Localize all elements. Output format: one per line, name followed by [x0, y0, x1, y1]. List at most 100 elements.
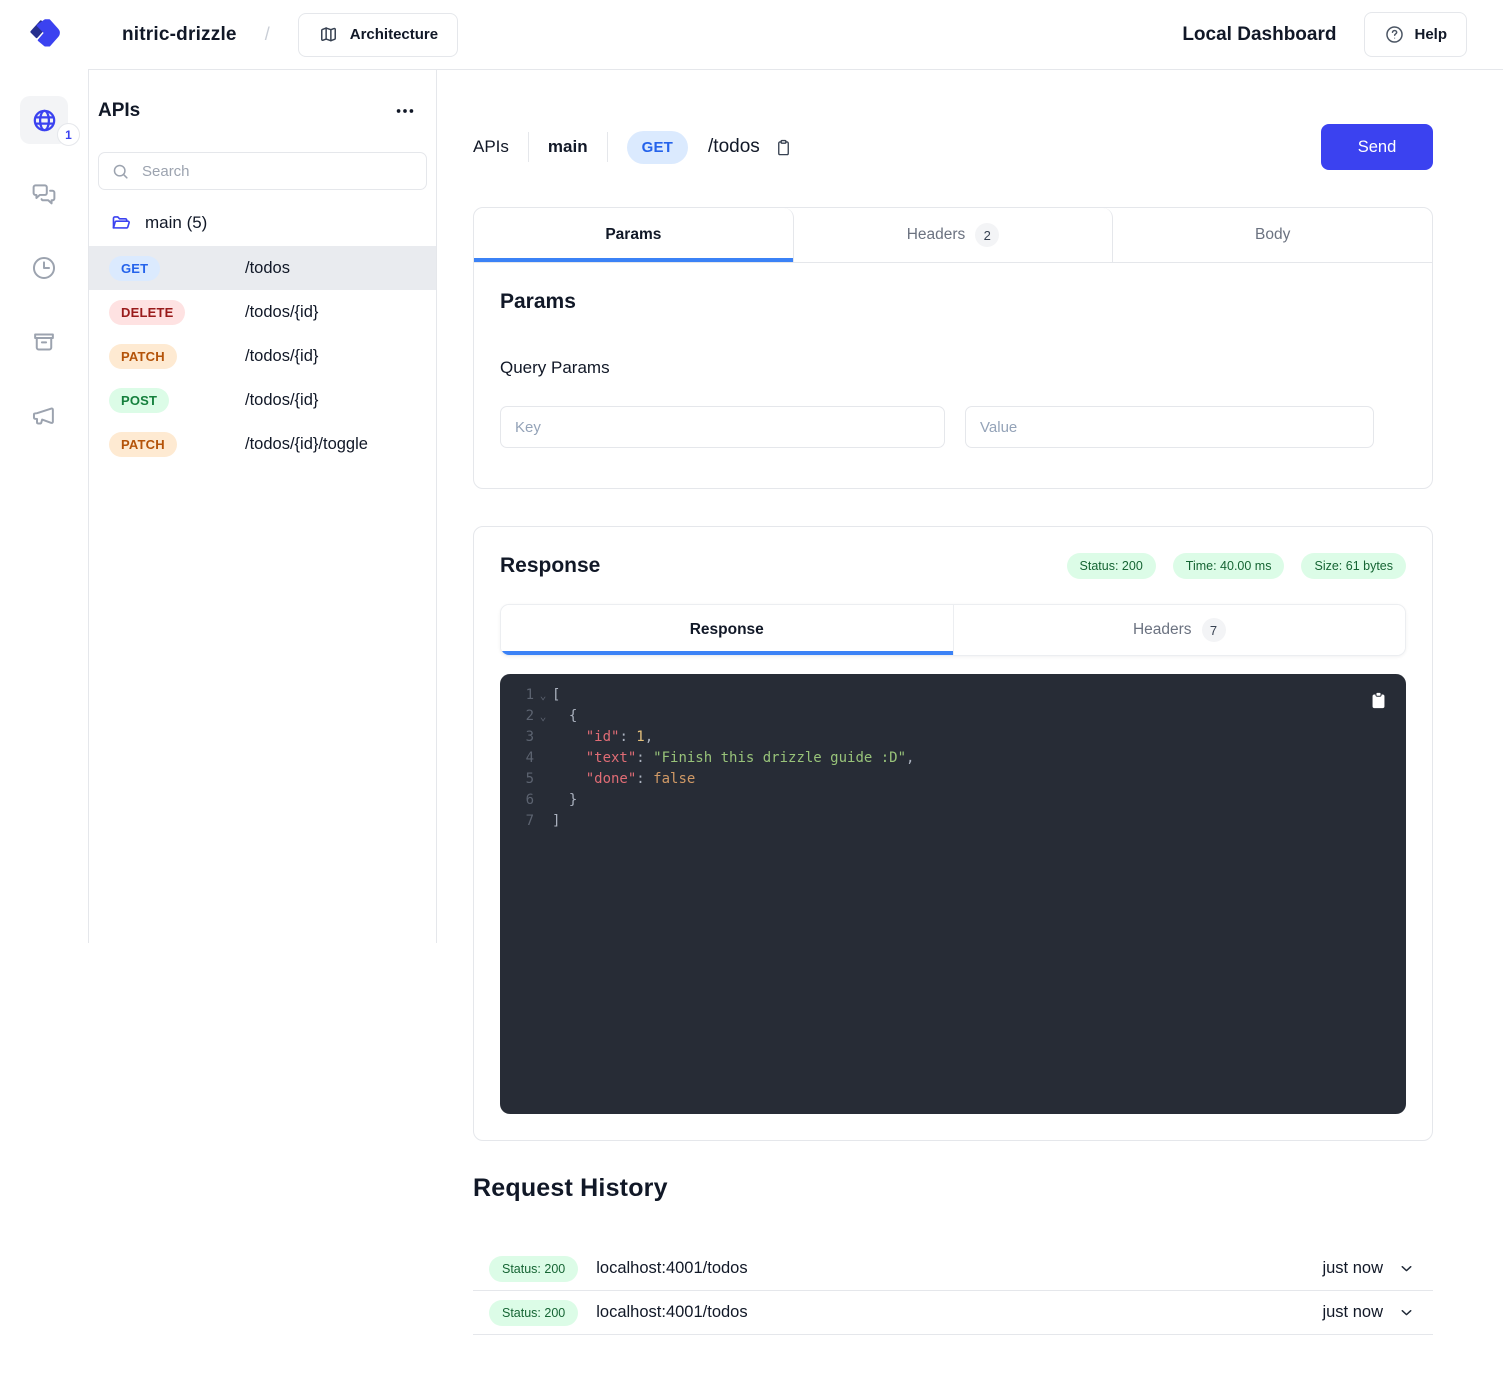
clipboard-icon: [1370, 691, 1387, 710]
code-text: "text": "Finish this drizzle guide :D",: [552, 750, 914, 766]
apis-count-badge: 1: [57, 123, 80, 146]
breadcrumb-apis: APIs: [473, 137, 509, 157]
chevron-down-icon: [1398, 1304, 1415, 1321]
search-icon: [111, 162, 130, 181]
rail-item-schedules[interactable]: [20, 244, 68, 292]
request-config-card: Params Headers 2 Body Params Query Param…: [473, 207, 1433, 489]
headers-count-badge: 2: [975, 223, 999, 247]
code-line: 3 "id": 1,: [508, 727, 1366, 748]
request-path: /todos: [708, 136, 760, 158]
response-tabs: Response Headers 7: [500, 604, 1406, 656]
help-button[interactable]: Help: [1364, 12, 1467, 57]
nitric-logo[interactable]: [0, 0, 88, 70]
tab-headers[interactable]: Headers 2: [794, 208, 1114, 262]
line-number: 3: [508, 727, 534, 748]
history-row[interactable]: Status: 200 localhost:4001/todos just no…: [473, 1247, 1433, 1291]
line-number: 7: [508, 811, 534, 832]
apis-menu-button[interactable]: [390, 96, 420, 126]
response-header: Response Status: 200 Time: 40.00 ms Size…: [500, 553, 1406, 579]
ellipsis-icon: [394, 100, 416, 122]
project-title: nitric-drizzle: [122, 24, 237, 46]
chat-bubbles-icon: [30, 180, 58, 208]
line-number: 1: [508, 685, 534, 706]
method-pill-column: POST: [109, 388, 245, 413]
breadcrumb-separator: /: [265, 24, 270, 45]
response-title: Response: [500, 554, 600, 578]
send-button[interactable]: Send: [1321, 124, 1433, 170]
code-line: 7]: [508, 811, 1366, 832]
response-card: Response Status: 200 Time: 40.00 ms Size…: [473, 526, 1433, 1141]
architecture-label: Architecture: [350, 26, 438, 43]
tab-response-headers-label: Headers: [1133, 621, 1192, 639]
endpoint-path: /todos/{id}: [245, 303, 318, 322]
history-url: localhost:4001/todos: [596, 1303, 747, 1322]
history-row[interactable]: Status: 200 localhost:4001/todos just no…: [473, 1291, 1433, 1335]
response-badges: Status: 200 Time: 40.00 ms Size: 61 byte…: [1067, 553, 1406, 579]
endpoint-row-post-todo[interactable]: POST /todos/{id}: [89, 378, 436, 422]
nitric-logo-icon: [23, 14, 65, 56]
endpoint-row-patch-todo[interactable]: PATCH /todos/{id}: [89, 334, 436, 378]
code-line: 6 }: [508, 790, 1366, 811]
method-pill-column: DELETE: [109, 300, 245, 325]
copy-response-button[interactable]: [1368, 689, 1389, 712]
tab-params-label: Params: [605, 226, 661, 244]
query-param-row: [500, 406, 1406, 448]
fold-arrow-icon[interactable]: ⌄: [534, 685, 552, 706]
apis-panel-header: APIs: [89, 96, 436, 126]
query-params-subtitle: Query Params: [500, 358, 1406, 378]
tab-response-body[interactable]: Response: [501, 605, 954, 655]
request-history: Request History Status: 200 localhost:40…: [473, 1174, 1433, 1335]
code-line: 4 "text": "Finish this drizzle guide :D"…: [508, 748, 1366, 769]
main-content: APIs main GET /todos Send Params Heade: [437, 70, 1503, 1387]
history-url: localhost:4001/todos: [596, 1259, 747, 1278]
rail-item-topics[interactable]: [20, 392, 68, 440]
param-key-input[interactable]: [500, 406, 945, 448]
history-expand-button[interactable]: [1396, 1302, 1417, 1323]
line-number: 5: [508, 769, 534, 790]
tab-body[interactable]: Body: [1113, 208, 1432, 262]
response-code-editor[interactable]: 1⌄[2⌄ {3 "id": 1,4 "text": "Finish this …: [500, 674, 1406, 1114]
endpoint-path: /todos: [245, 259, 290, 278]
method-badge: POST: [109, 388, 169, 413]
copy-path-button[interactable]: [772, 136, 795, 159]
method-pill-column: PATCH: [109, 432, 245, 457]
tab-response-label: Response: [690, 621, 764, 639]
architecture-button[interactable]: Architecture: [298, 13, 458, 57]
status-badge: Status: 200: [1067, 553, 1156, 579]
endpoint-path: /todos/{id}: [245, 391, 318, 410]
local-dashboard-label: Local Dashboard: [1182, 24, 1336, 46]
line-number: 4: [508, 748, 534, 769]
globe-icon: [31, 107, 58, 134]
question-mark-icon: [1384, 24, 1405, 45]
code-text: ]: [552, 813, 560, 829]
endpoint-row-delete-todo[interactable]: DELETE /todos/{id}: [89, 290, 436, 334]
fold-arrow-icon[interactable]: ⌄: [534, 706, 552, 727]
line-number: 2: [508, 706, 534, 727]
code-line: 5 "done": false: [508, 769, 1366, 790]
code-text: }: [552, 792, 577, 808]
request-method-badge: GET: [627, 131, 688, 164]
tab-response-headers[interactable]: Headers 7: [954, 605, 1406, 655]
tab-headers-label: Headers: [907, 226, 966, 244]
rail-item-apis[interactable]: 1: [20, 96, 68, 144]
folder-open-icon: [110, 212, 132, 234]
apis-panel-title: APIs: [98, 100, 140, 122]
icon-rail: 1: [0, 70, 88, 1387]
endpoint-row-patch-toggle[interactable]: PATCH /todos/{id}/toggle: [89, 422, 436, 466]
history-status-badge: Status: 200: [489, 1300, 578, 1326]
method-pill-column: GET: [109, 256, 245, 281]
history-expand-button[interactable]: [1396, 1258, 1417, 1279]
history-row-right: just now: [1322, 1302, 1417, 1323]
map-icon: [318, 24, 339, 45]
tab-params[interactable]: Params: [474, 208, 794, 262]
search-input[interactable]: [140, 162, 414, 181]
code-text: "id": 1,: [552, 729, 653, 745]
rail-item-websockets[interactable]: [20, 170, 68, 218]
folder-label: main (5): [145, 213, 207, 233]
endpoint-row-get-todos[interactable]: GET /todos: [89, 246, 436, 290]
param-value-input[interactable]: [965, 406, 1374, 448]
params-body: Params Query Params: [474, 263, 1432, 488]
rail-item-storage[interactable]: [20, 318, 68, 366]
method-badge: PATCH: [109, 344, 177, 369]
api-folder-main[interactable]: main (5): [110, 212, 427, 234]
